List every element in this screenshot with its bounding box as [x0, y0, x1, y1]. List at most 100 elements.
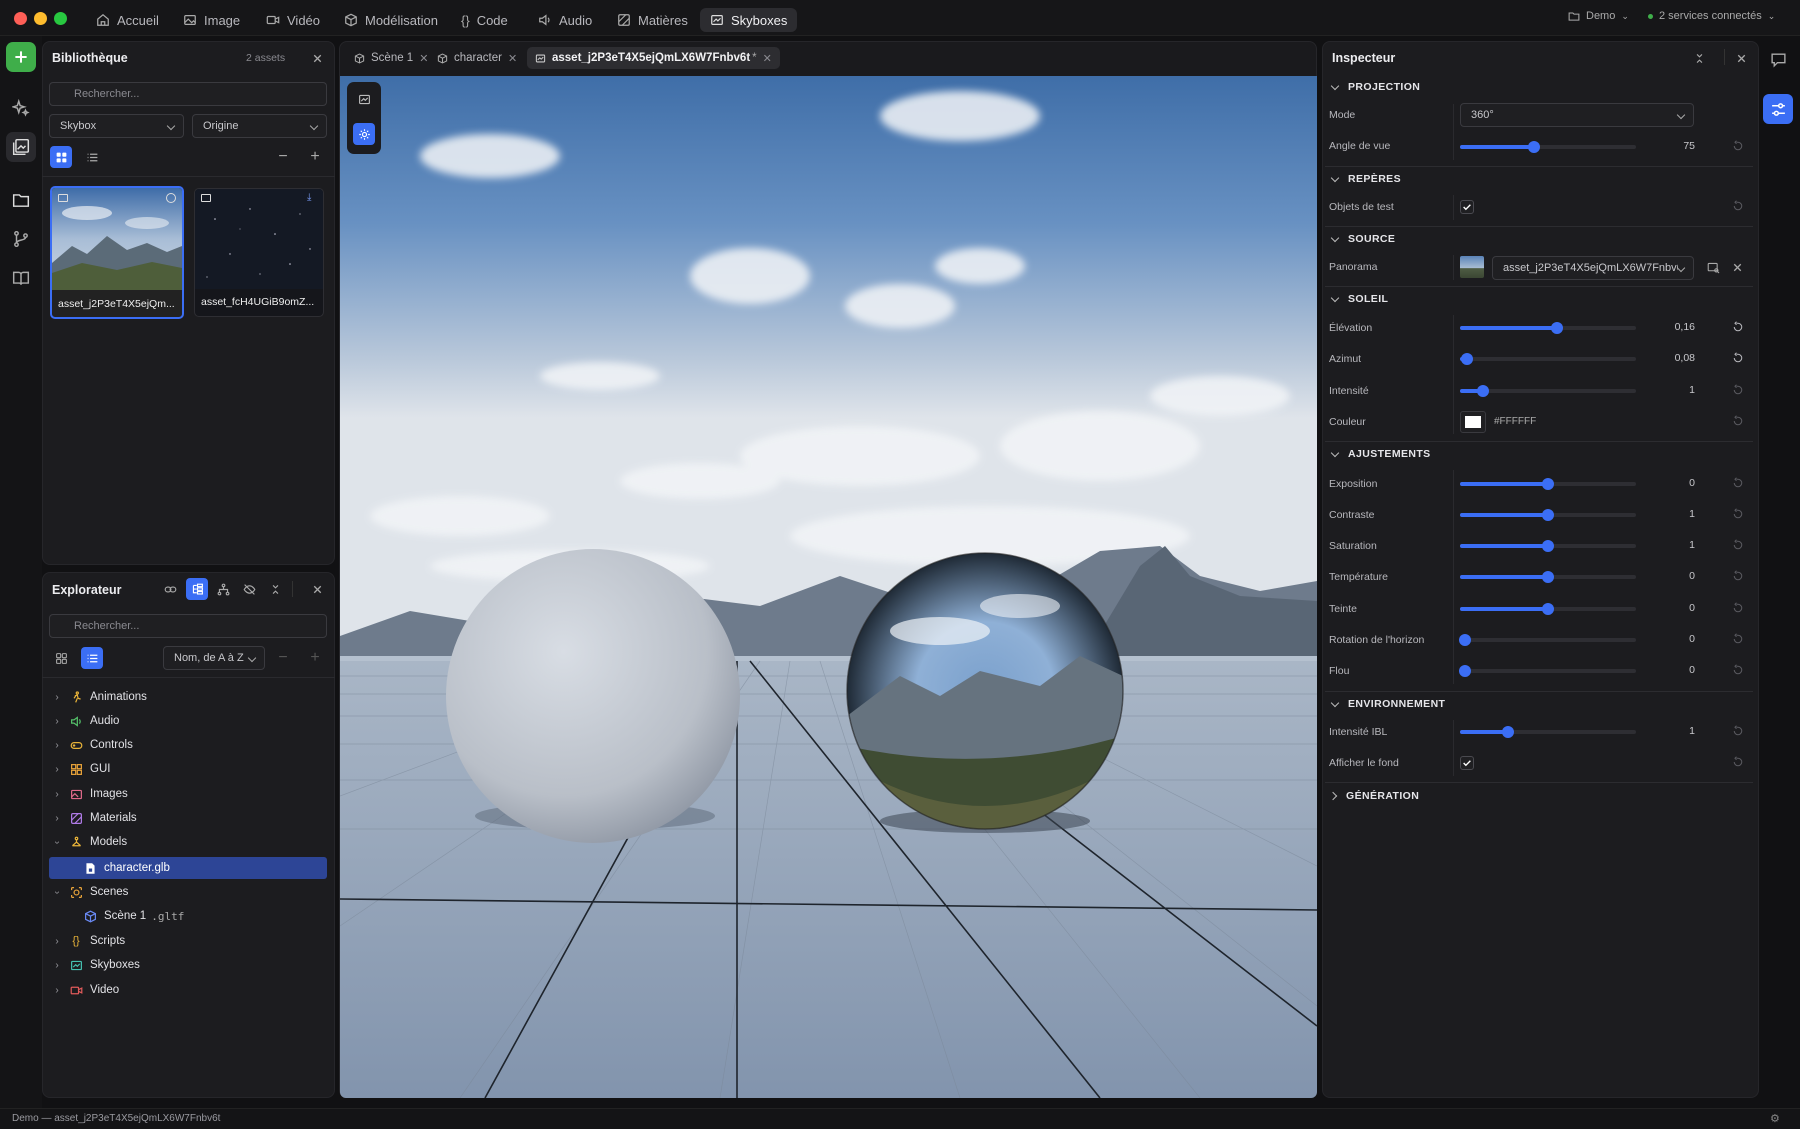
ibl-intensity-slider[interactable] [1460, 726, 1636, 738]
slider-handle[interactable] [1542, 603, 1554, 615]
sun-toggle-button[interactable] [353, 123, 375, 145]
reset-icon[interactable] [1732, 140, 1746, 154]
section-reperes[interactable]: REPÈRES [1330, 170, 1401, 188]
adjustment-slider[interactable] [1459, 665, 1636, 677]
show-background-checkbox[interactable] [1460, 756, 1474, 770]
collapse-all-button[interactable] [264, 578, 286, 600]
clear-panorama-button[interactable] [1726, 256, 1748, 278]
maximize-window-button[interactable] [54, 12, 67, 25]
slider-handle[interactable] [1550, 322, 1563, 334]
zoom-in-button[interactable]: + [304, 647, 326, 669]
library-button[interactable] [6, 132, 36, 162]
adjustment-slider[interactable] [1460, 571, 1636, 583]
tree-folder-animations[interactable]: › Animations [50, 686, 328, 708]
browse-panorama-button[interactable] [1702, 256, 1724, 278]
reset-icon[interactable] [1732, 539, 1746, 553]
reset-icon[interactable] [1732, 602, 1746, 616]
explorer-search-input[interactable]: Rechercher... [49, 614, 327, 638]
sun-intensity-slider[interactable] [1460, 385, 1636, 397]
nav-tab-matieres[interactable]: Matières [607, 8, 698, 32]
nav-tab-skyboxes[interactable]: Skyboxes [700, 8, 798, 32]
nav-tab-modelisation[interactable]: Modélisation [334, 8, 448, 32]
adjustment-slider[interactable] [1460, 478, 1636, 490]
reset-icon[interactable] [1732, 508, 1746, 522]
section-ajustements[interactable]: AJUSTEMENTS [1330, 445, 1431, 463]
tree-folder-controls[interactable]: › Controls [50, 734, 328, 756]
git-button[interactable] [6, 224, 36, 254]
asset-card[interactable]: asset_j2P3eT4X5ejQm... [50, 186, 184, 319]
services-status[interactable]: 2 services connectés ⌄ [1648, 10, 1775, 22]
close-window-button[interactable] [14, 12, 27, 25]
slider-handle[interactable] [1542, 509, 1554, 521]
reset-icon[interactable] [1732, 725, 1746, 739]
tree-file-scene-1[interactable]: Scène 1 .gltf [78, 905, 318, 927]
reset-icon[interactable] [1732, 352, 1746, 366]
explorer-button[interactable] [6, 185, 36, 215]
mode-select[interactable]: 360° [1460, 103, 1694, 127]
nav-tab-code[interactable]: {} Code [451, 8, 518, 32]
minimize-window-button[interactable] [34, 12, 47, 25]
slider-handle[interactable] [1501, 726, 1514, 738]
tree-folder-gui[interactable]: › GUI [50, 758, 328, 780]
tree-file-character-glb[interactable]: character.glb [78, 857, 318, 879]
3d-viewport[interactable] [340, 76, 1317, 1098]
settings-icon[interactable]: ⚙ [1770, 1112, 1780, 1125]
project-selector[interactable]: Demo ⌄ [1568, 10, 1629, 22]
tree-folder-scenes[interactable]: › Scenes [50, 881, 328, 903]
slider-handle[interactable] [1461, 353, 1474, 365]
collapse-all-button[interactable] [1688, 47, 1710, 69]
tree-folder-video[interactable]: › Video [50, 979, 328, 1001]
background-toggle-button[interactable] [353, 88, 375, 110]
section-environnement[interactable]: ENVIRONNEMENT [1330, 695, 1445, 713]
reset-icon[interactable] [1732, 415, 1746, 429]
slider-handle[interactable] [1542, 571, 1554, 583]
editor-tab-scene-1[interactable]: Scène 1 ✕ [346, 47, 436, 69]
slider-handle[interactable] [1527, 141, 1540, 153]
grid-view-button[interactable] [50, 146, 72, 168]
tree-folder-materials[interactable]: › Materials [50, 807, 328, 829]
editor-tab-character[interactable]: character ✕ [429, 47, 525, 69]
adjustment-slider[interactable] [1460, 509, 1636, 521]
reset-icon[interactable] [1732, 756, 1746, 770]
tree-folder-scripts[interactable]: › {} Scripts [50, 930, 328, 952]
reset-icon[interactable] [1732, 321, 1746, 335]
slider-handle[interactable] [1476, 385, 1489, 397]
panorama-select[interactable]: asset_j2P3eT4X5ejQmLX6W7Fnbv6t [1492, 256, 1694, 280]
zoom-out-button[interactable]: − [272, 146, 294, 168]
reset-icon[interactable] [1732, 477, 1746, 491]
section-soleil[interactable]: SOLEIL [1330, 290, 1388, 308]
nav-tab-image[interactable]: Image [173, 8, 250, 32]
zoom-out-button[interactable]: − [272, 647, 294, 669]
elevation-slider[interactable] [1460, 322, 1636, 334]
reset-icon[interactable] [1732, 200, 1746, 214]
library-origin-filter[interactable]: Origine [192, 114, 327, 138]
reset-icon[interactable] [1732, 664, 1746, 678]
tree-folder-models[interactable]: › Models [50, 831, 328, 853]
library-search-input[interactable]: Rechercher... [49, 82, 327, 106]
library-close-button[interactable] [306, 47, 328, 69]
inspector-close-button[interactable] [1730, 47, 1752, 69]
adjustment-slider[interactable] [1460, 540, 1636, 552]
slider-handle[interactable] [1542, 478, 1554, 490]
tree-folder-audio[interactable]: › Audio [50, 710, 328, 732]
sun-color-swatch[interactable] [1460, 411, 1486, 433]
chat-button[interactable] [1763, 45, 1793, 73]
tree-folder-skyboxes[interactable]: › Skyboxes [50, 954, 328, 976]
explorer-sort-select[interactable]: Nom, de A à Z [163, 646, 265, 670]
reset-icon[interactable] [1732, 570, 1746, 584]
fov-slider[interactable] [1460, 141, 1636, 153]
library-type-filter[interactable]: Skybox [49, 114, 184, 138]
tree-folder-images[interactable]: › Images [50, 783, 328, 805]
reset-icon[interactable] [1732, 384, 1746, 398]
hierarchy-button[interactable] [212, 578, 234, 600]
new-button[interactable] [6, 42, 36, 72]
close-icon[interactable]: ✕ [419, 52, 428, 65]
hide-button[interactable] [238, 578, 260, 600]
nav-tab-accueil[interactable]: Accueil [86, 8, 169, 32]
zoom-in-button[interactable]: + [304, 146, 326, 168]
adjustment-slider[interactable] [1460, 603, 1636, 615]
ai-generate-button[interactable] [6, 93, 36, 123]
link-button[interactable] [159, 578, 181, 600]
nav-tab-video[interactable]: Vidéo [256, 8, 330, 32]
docs-button[interactable] [6, 263, 36, 293]
